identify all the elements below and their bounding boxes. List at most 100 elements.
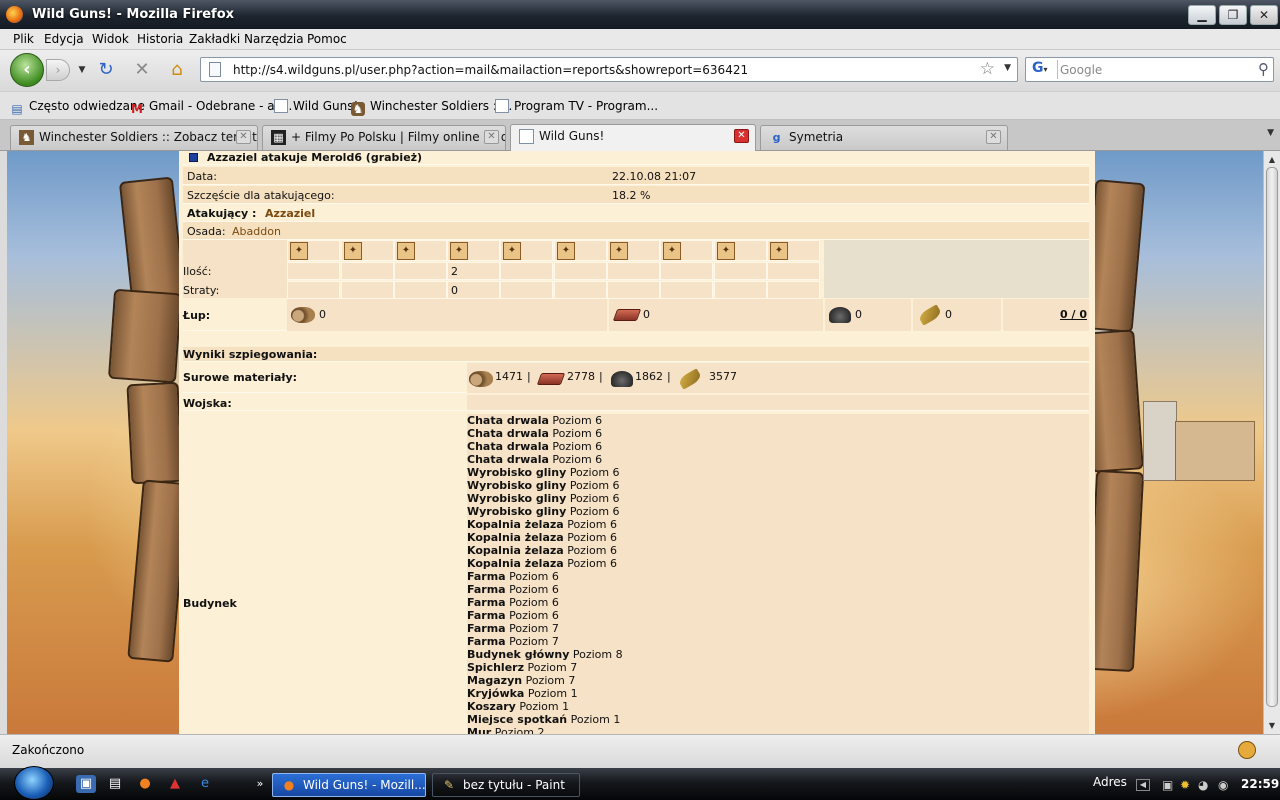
taskbar-item-paint[interactable]: ✎ bez tytułu - Paint <box>432 773 580 797</box>
menu-zakladki[interactable]: Zakładki <box>189 32 240 46</box>
army-row: Wojska: <box>183 395 1089 411</box>
vertical-scrollbar[interactable]: ▲ ▼ <box>1263 151 1280 734</box>
tab-symetria[interactable]: g Symetria ✕ <box>760 125 1008 150</box>
bookmark-star-icon[interactable]: ☆ <box>980 59 995 79</box>
tab-wild-guns[interactable]: Wild Guns! ✕ <box>510 124 756 151</box>
close-tab-icon[interactable]: ✕ <box>236 130 251 144</box>
scroll-up-icon[interactable]: ▲ <box>1265 152 1279 167</box>
reload-icon[interactable]: ↻ <box>94 58 118 82</box>
building-item: Koszary Poziom 1 <box>467 700 1089 713</box>
search-icon[interactable]: ⚲ <box>1258 60 1269 78</box>
page-icon <box>519 129 534 144</box>
taskbar-clock[interactable]: 22:59 <box>1241 777 1279 791</box>
history-dropdown-icon[interactable]: ▼ <box>70 58 94 82</box>
scroll-thumb[interactable] <box>1266 167 1278 707</box>
menu-plik[interactable]: Plik <box>13 32 34 46</box>
addon-smiley-icon[interactable] <box>1238 741 1256 759</box>
bookmark-item[interactable]: Wild Guns! <box>274 99 358 113</box>
close-tab-icon[interactable]: ✕ <box>986 130 1001 144</box>
bookmark-item[interactable]: M Gmail - Odebrane - az... <box>130 99 292 116</box>
unit-header-cell: ✦ <box>394 240 447 261</box>
scroll-down-icon[interactable]: ▼ <box>1265 718 1279 733</box>
bookmarks-folder-icon: ▤ <box>11 102 23 116</box>
building-name: Kryjówka <box>467 687 525 700</box>
unit-2-icon[interactable]: ✦ <box>344 242 362 260</box>
unit-6-icon[interactable]: ✦ <box>557 242 575 260</box>
search-box[interactable]: G▾ Google ⚲ <box>1025 57 1274 82</box>
page-content[interactable]: Azzaziel atakuje Merold6 (grabież) Data:… <box>7 151 1263 734</box>
google-engine-icon[interactable]: G▾ <box>1028 60 1058 79</box>
tab-list-dropdown-icon[interactable]: ▼ <box>1267 128 1274 138</box>
taskbar-item-firefox[interactable]: ● Wild Guns! - Mozill... <box>272 773 426 797</box>
close-window-button[interactable]: ✕ <box>1250 5 1278 25</box>
home-icon[interactable]: ⌂ <box>165 58 189 82</box>
building-level: Poziom 6 <box>552 453 603 466</box>
loot-total: 0 / 0 <box>1060 308 1087 321</box>
unit-1-icon[interactable]: ✦ <box>290 242 308 260</box>
back-button[interactable]: ‹ <box>10 53 44 87</box>
building-item: Budynek główny Poziom 8 <box>467 648 1089 661</box>
tab-winchester[interactable]: ♞Winchester Soldiers :: Zobacz temat - 2… <box>10 125 258 150</box>
date-value: 22.10.08 21:07 <box>612 170 697 183</box>
quicklaunch-app-icon[interactable]: ▲ <box>165 775 185 793</box>
menu-narzedzia[interactable]: Narzędzia <box>244 32 304 46</box>
tray-volume-icon[interactable]: ◕ <box>1198 778 1208 792</box>
unit-9-icon[interactable]: ✦ <box>717 242 735 260</box>
stop-icon[interactable]: ✕ <box>130 58 154 82</box>
soldier-icon: ♞ <box>351 102 365 116</box>
building-level: Poziom 1 <box>527 687 578 700</box>
tab-filmy[interactable]: ▦+ Filmy Po Polsku | Filmy online za dar… <box>262 125 506 150</box>
url-text[interactable]: http://s4.wildguns.pl/user.php?action=ma… <box>233 63 748 77</box>
quicklaunch-more-icon[interactable]: » <box>250 775 270 793</box>
menu-widok[interactable]: Widok <box>92 32 129 46</box>
building-level: Poziom 6 <box>569 466 620 479</box>
tray-sun-icon[interactable]: ✹ <box>1180 778 1190 792</box>
unit-header-cell: ✦ <box>287 240 340 261</box>
unit-4-icon[interactable]: ✦ <box>450 242 468 260</box>
building-label: Budynek <box>183 597 237 610</box>
quicklaunch-firefox-icon[interactable]: ● <box>135 775 155 793</box>
unit-5-icon[interactable]: ✦ <box>503 242 521 260</box>
building-item: Magazyn Poziom 7 <box>467 674 1089 687</box>
menu-edycja[interactable]: Edycja <box>44 32 84 46</box>
building-level: Poziom 1 <box>519 700 570 713</box>
building-level: Poziom 6 <box>567 544 617 557</box>
report-title: Azzaziel atakuje Merold6 (grabież) <box>207 151 423 164</box>
quicklaunch-explorer-icon[interactable]: ▤ <box>105 775 125 793</box>
unit-losses-cell <box>660 281 713 299</box>
unit-10-icon[interactable]: ✦ <box>770 242 788 260</box>
quicklaunch-ie-icon[interactable]: e <box>195 775 215 793</box>
building-level: Poziom 6 <box>509 583 559 596</box>
search-placeholder[interactable]: Google <box>1060 63 1102 77</box>
bookmarks-toolbar: ▤ Często odwiedzane M Gmail - Odebrane - a… <box>0 91 1280 120</box>
start-orb-button[interactable] <box>14 766 54 800</box>
paint-icon: ✎ <box>443 778 455 792</box>
attacker-link[interactable]: Azzaziel <box>265 207 315 220</box>
menu-historia[interactable]: Historia <box>137 32 183 46</box>
close-tab-icon[interactable]: ✕ <box>484 130 499 144</box>
unit-quantity-cell <box>714 262 767 280</box>
quicklaunch-desktop-icon[interactable]: ▣ <box>76 775 96 793</box>
menu-pomoc[interactable]: Pomoc <box>307 32 347 46</box>
unit-losses-cell <box>607 281 660 299</box>
tray-network-icon[interactable]: ▣ <box>1162 778 1173 792</box>
address-bar[interactable]: http://s4.wildguns.pl/user.php?action=ma… <box>200 57 1018 82</box>
building-name: Kopalnia żelaza <box>467 544 564 557</box>
status-text: Zakończono <box>12 743 85 757</box>
forward-button[interactable]: › <box>46 59 70 81</box>
unit-8-icon[interactable]: ✦ <box>663 242 681 260</box>
maximize-button[interactable]: ❐ <box>1219 5 1247 25</box>
unit-header-cell: ✦ <box>554 240 607 261</box>
bookmark-item[interactable]: ♞ Winchester Soldiers ::... <box>351 99 512 116</box>
minimize-button[interactable]: ▁ <box>1188 5 1216 25</box>
bookmark-item[interactable]: ▤ Często odwiedzane <box>10 99 145 116</box>
settlement-link[interactable]: Abaddon <box>232 225 281 238</box>
close-tab-icon[interactable]: ✕ <box>734 129 749 143</box>
bookmark-item[interactable]: Program TV - Program... <box>495 99 658 113</box>
unit-7-icon[interactable]: ✦ <box>610 242 628 260</box>
building-level: Poziom 6 <box>569 505 620 518</box>
unit-3-icon[interactable]: ✦ <box>397 242 415 260</box>
tray-wifi-icon[interactable]: ◉ <box>1218 778 1228 792</box>
tray-expand-icon[interactable]: ◀ <box>1136 779 1150 791</box>
url-dropdown-icon[interactable]: ▼ <box>1004 63 1011 73</box>
